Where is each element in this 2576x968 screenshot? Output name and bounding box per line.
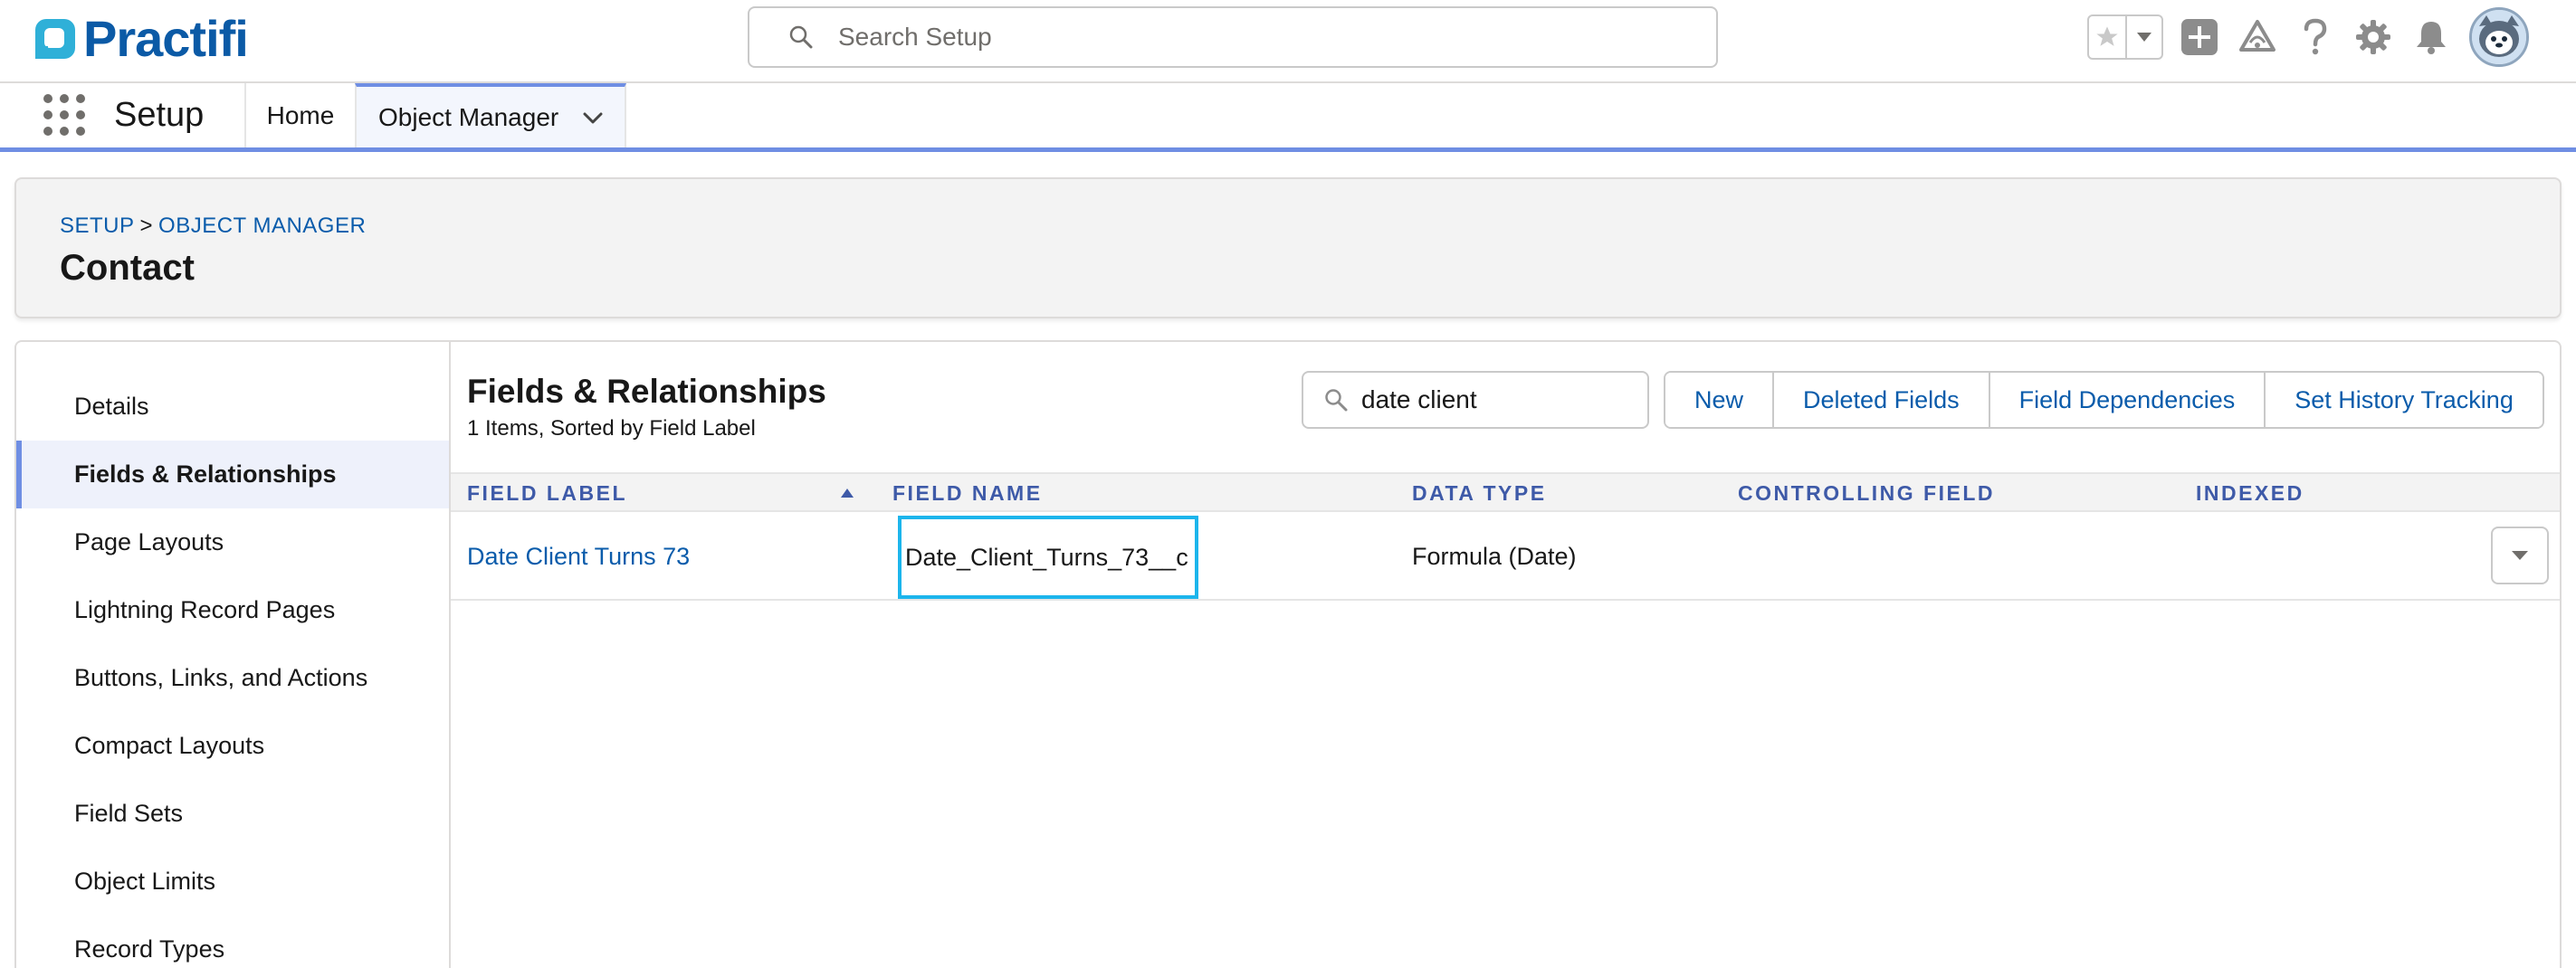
practifi-logo[interactable]: Practifi [33, 9, 249, 69]
field-actions-button-group: New Deleted Fields Field Dependencies Se… [1664, 371, 2544, 429]
global-header: Practifi [0, 0, 2576, 83]
column-header-indexed[interactable]: INDEXED [2196, 481, 2304, 506]
breadcrumb-separator: > [139, 214, 154, 238]
favorites-star-icon[interactable] [2089, 16, 2127, 58]
fields-table: FIELD LABEL FIELD NAME DATA TYPE CONTROL… [451, 472, 2560, 601]
column-header-field-name[interactable]: FIELD NAME [892, 481, 1043, 506]
sidebar-item-record-types[interactable]: Record Types [16, 916, 449, 968]
global-search-box[interactable] [748, 6, 1718, 68]
sort-ascending-icon[interactable] [840, 487, 854, 499]
section-title: Fields & Relationships [467, 373, 826, 410]
fields-content: Fields & Relationships 1 Items, Sorted b… [451, 342, 2560, 968]
column-header-data-type[interactable]: DATA TYPE [1412, 481, 1547, 506]
help-icon[interactable] [2294, 15, 2337, 59]
breadcrumb-object-manager-link[interactable]: OBJECT MANAGER [158, 214, 366, 238]
object-sidebar: Details Fields & Relationships Page Layo… [16, 342, 451, 968]
tab-object-manager-label: Object Manager [378, 102, 559, 131]
data-type-cell: Formula (Date) [1412, 543, 1577, 570]
header-actions [2087, 7, 2529, 67]
search-icon [1325, 389, 1348, 412]
sidebar-item-field-sets[interactable]: Field Sets [16, 780, 449, 848]
page-header: SETUP > OBJECT MANAGER Contact [14, 177, 2562, 318]
app-nav-bar: Setup Home Object Manager [0, 83, 2576, 152]
avatar[interactable] [2469, 7, 2529, 67]
column-header-controlling-field[interactable]: CONTROLLING FIELD [1738, 481, 1995, 506]
main-panel: Details Fields & Relationships Page Layo… [14, 340, 2562, 968]
sidebar-item-buttons-links-actions[interactable]: Buttons, Links, and Actions [16, 644, 449, 712]
row-actions-dropdown[interactable] [2491, 527, 2549, 584]
sidebar-item-page-layouts[interactable]: Page Layouts [16, 508, 449, 576]
tab-home[interactable]: Home [244, 83, 355, 147]
sidebar-item-lightning-record-pages[interactable]: Lightning Record Pages [16, 576, 449, 644]
sidebar-item-object-limits[interactable]: Object Limits [16, 848, 449, 916]
notifications-bell-icon[interactable] [2409, 15, 2453, 59]
app-name: Setup [114, 96, 205, 134]
chevron-down-icon [2512, 551, 2528, 560]
chevron-down-icon[interactable] [580, 105, 606, 130]
new-button[interactable]: New [1665, 373, 1775, 427]
tab-object-manager[interactable]: Object Manager [355, 83, 626, 147]
search-icon [789, 25, 813, 49]
quick-find-box[interactable] [1302, 371, 1649, 429]
field-dependencies-button[interactable]: Field Dependencies [1989, 373, 2266, 427]
sidebar-item-details[interactable]: Details [16, 373, 449, 441]
field-name-cell: Date_Client_Turns_73__c [898, 516, 1198, 599]
field-label-link[interactable]: Date Client Turns 73 [467, 543, 690, 571]
sidebar-item-compact-layouts[interactable]: Compact Layouts [16, 712, 449, 780]
add-icon[interactable] [2178, 15, 2221, 59]
set-history-tracking-button[interactable]: Set History Tracking [2266, 373, 2543, 427]
page-title: Contact [60, 248, 195, 288]
column-header-field-label[interactable]: FIELD LABEL [467, 481, 627, 506]
favorites-button-group [2087, 14, 2163, 60]
breadcrumb-setup-link[interactable]: SETUP [60, 214, 135, 238]
brand-name: Practifi [83, 10, 249, 67]
section-subtitle: 1 Items, Sorted by Field Label [467, 416, 756, 441]
trailhead-icon[interactable] [2236, 15, 2279, 59]
table-row: Date Client Turns 73 Date_Client_Turns_7… [451, 512, 2560, 601]
breadcrumb: SETUP > OBJECT MANAGER [60, 214, 366, 239]
sidebar-item-fields-relationships[interactable]: Fields & Relationships [16, 441, 449, 508]
favorites-dropdown-icon[interactable] [2127, 16, 2161, 58]
deleted-fields-button[interactable]: Deleted Fields [1774, 373, 1990, 427]
quick-find-input[interactable] [1361, 385, 1633, 414]
global-search-input[interactable] [838, 23, 1653, 52]
setup-gear-icon[interactable] [2352, 15, 2395, 59]
practifi-logo-icon [35, 19, 75, 59]
table-header: FIELD LABEL FIELD NAME DATA TYPE CONTROL… [451, 472, 2560, 512]
app-launcher-icon[interactable] [43, 94, 85, 136]
